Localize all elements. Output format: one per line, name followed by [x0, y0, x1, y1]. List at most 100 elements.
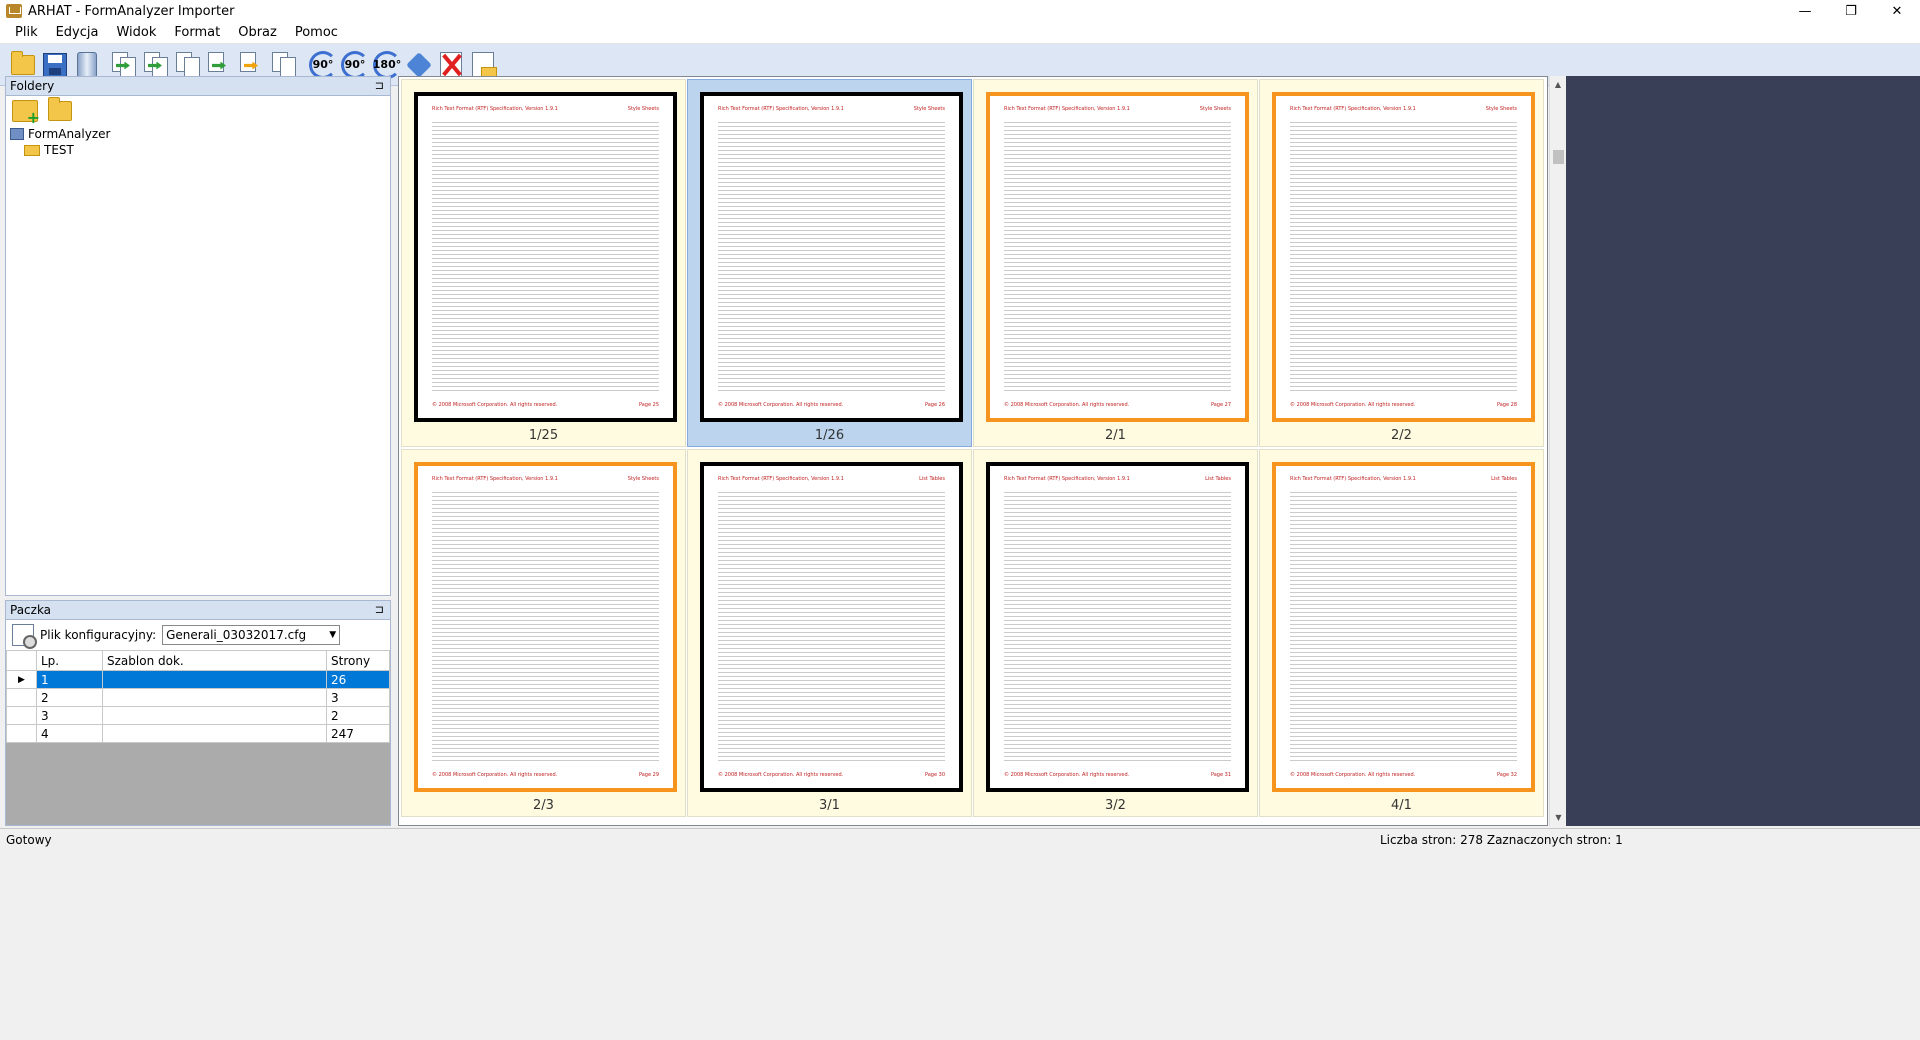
page-header-left: Rich Text Format (RTF) Specification, Ve…: [432, 476, 558, 482]
page-footer: © 2008 Microsoft Corporation. All rights…: [718, 772, 945, 778]
empty-dock-area: [1566, 76, 1920, 826]
page-footer-left: © 2008 Microsoft Corporation. All rights…: [432, 772, 558, 778]
menu-bar: Plik Edycja Widok Format Obraz Pomoc: [0, 22, 1920, 44]
menu-widok[interactable]: Widok: [107, 22, 165, 44]
thumbnail-label: 2/1: [1105, 428, 1126, 443]
thumbnail-label: 2/2: [1391, 428, 1412, 443]
row-header: [6, 706, 37, 725]
status-bar: Gotowy Liczba stron: 278 Zaznaczonych st…: [0, 828, 1920, 850]
scroll-down-icon[interactable]: ▼: [1550, 809, 1567, 826]
export-icon: [472, 51, 497, 79]
folder-tree-icon[interactable]: [48, 97, 72, 121]
folder-icon: [24, 144, 40, 156]
page-thumbnail[interactable]: Rich Text Format (RTF) Specification, Ve…: [973, 79, 1258, 447]
page-header: Rich Text Format (RTF) Specification, Ve…: [1004, 106, 1231, 112]
menu-obraz[interactable]: Obraz: [229, 22, 286, 44]
cell-template[interactable]: [102, 688, 327, 707]
cell-pages[interactable]: 2: [326, 706, 390, 725]
column-header-lp[interactable]: Lp.: [36, 650, 103, 671]
menu-edycja[interactable]: Edycja: [47, 22, 108, 44]
add-folder-icon[interactable]: [12, 100, 40, 127]
page-thumbnail[interactable]: Rich Text Format (RTF) Specification, Ve…: [973, 449, 1258, 817]
page-thumbnail[interactable]: Rich Text Format (RTF) Specification, Ve…: [687, 79, 972, 447]
config-row: Plik konfiguracyjny: Generali_03032017.c…: [6, 620, 390, 650]
page-footer: © 2008 Microsoft Corporation. All rights…: [1004, 772, 1231, 778]
page-header-right: Style Sheets: [1485, 106, 1517, 112]
column-header-template[interactable]: Szablon dok.: [102, 650, 327, 671]
thumbnail-label: 3/1: [819, 798, 840, 813]
page-header-left: Rich Text Format (RTF) Specification, Ve…: [718, 106, 844, 112]
page-thumbnail[interactable]: Rich Text Format (RTF) Specification, Ve…: [401, 79, 686, 447]
cell-template[interactable]: [102, 670, 327, 689]
page-header: Rich Text Format (RTF) Specification, Ve…: [718, 476, 945, 482]
page-thumbnail[interactable]: Rich Text Format (RTF) Specification, Ve…: [1259, 449, 1544, 817]
title-bar: ARHAT - FormAnalyzer Importer — ❐ ✕: [0, 0, 1920, 22]
table-row[interactable]: 3 2: [6, 706, 390, 725]
cell-pages[interactable]: 247: [326, 724, 390, 743]
tree-item-formanalyzer[interactable]: FormAnalyzer: [6, 126, 390, 142]
computer-icon: [10, 128, 24, 140]
config-label: Plik konfiguracyjny:: [40, 628, 157, 642]
page-text-lines: [1004, 122, 1231, 392]
minimize-button[interactable]: —: [1782, 0, 1828, 22]
cell-lp[interactable]: 2: [36, 688, 103, 707]
cell-pages[interactable]: 26: [326, 670, 390, 689]
page-thumbnail[interactable]: Rich Text Format (RTF) Specification, Ve…: [1259, 79, 1544, 447]
page-footer: © 2008 Microsoft Corporation. All rights…: [1004, 402, 1231, 408]
page-header: Rich Text Format (RTF) Specification, Ve…: [1290, 106, 1517, 112]
page-header-left: Rich Text Format (RTF) Specification, Ve…: [1004, 106, 1130, 112]
batch-table: Lp. Szablon dok. Strony ▶ 1 26 2 3 3 2 4…: [6, 650, 390, 743]
table-row[interactable]: 2 3: [6, 688, 390, 707]
tree-item-test[interactable]: TEST: [6, 142, 390, 158]
desktop-background: [0, 850, 1920, 1040]
page-header: Rich Text Format (RTF) Specification, Ve…: [1290, 476, 1517, 482]
page-footer: © 2008 Microsoft Corporation. All rights…: [1290, 772, 1517, 778]
page-header-right: Style Sheets: [1199, 106, 1231, 112]
page-header-left: Rich Text Format (RTF) Specification, Ve…: [1004, 476, 1130, 482]
row-marker-icon: ▶: [6, 670, 37, 689]
folders-panel-title: Foldery: [10, 79, 55, 93]
page-footer-left: © 2008 Microsoft Corporation. All rights…: [1004, 772, 1130, 778]
row-header-corner: [6, 650, 37, 671]
page-header-left: Rich Text Format (RTF) Specification, Ve…: [432, 106, 558, 112]
table-row[interactable]: ▶ 1 26: [6, 670, 390, 689]
page-header-right: Style Sheets: [627, 476, 659, 482]
cell-pages[interactable]: 3: [326, 688, 390, 707]
vertical-scrollbar[interactable]: ▲ ▼: [1549, 76, 1566, 826]
scroll-thumb[interactable]: [1553, 150, 1564, 164]
page-footer-right: Page 31: [1210, 772, 1231, 778]
config-select[interactable]: Generali_03032017.cfg ▼: [162, 625, 341, 645]
menu-pomoc[interactable]: Pomoc: [286, 22, 347, 44]
menu-format[interactable]: Format: [165, 22, 229, 44]
maximize-button[interactable]: ❐: [1828, 0, 1874, 22]
page-header-left: Rich Text Format (RTF) Specification, Ve…: [1290, 476, 1416, 482]
page-footer-right: Page 32: [1496, 772, 1517, 778]
config-file-icon: [12, 624, 37, 649]
cell-template[interactable]: [102, 706, 327, 725]
folders-toolbar: [6, 96, 390, 127]
thumbnail-view[interactable]: Rich Text Format (RTF) Specification, Ve…: [398, 76, 1548, 826]
paczka-panel-title: Paczka: [10, 603, 52, 617]
pin-icon[interactable]: ⊐: [375, 601, 384, 619]
cell-template[interactable]: [102, 724, 327, 743]
table-row[interactable]: 4 247: [6, 724, 390, 743]
import-pages-icon: [112, 51, 138, 78]
cell-lp[interactable]: 1: [36, 670, 103, 689]
page-footer-left: © 2008 Microsoft Corporation. All rights…: [1290, 772, 1416, 778]
close-button[interactable]: ✕: [1874, 0, 1920, 22]
column-header-pages[interactable]: Strony: [326, 650, 390, 671]
page-header: Rich Text Format (RTF) Specification, Ve…: [1004, 476, 1231, 482]
page-text-lines: [1290, 122, 1517, 392]
chevron-down-icon: ▼: [329, 630, 337, 640]
scanner-icon: [77, 51, 97, 78]
cell-lp[interactable]: 4: [36, 724, 103, 743]
page-header: Rich Text Format (RTF) Specification, Ve…: [718, 106, 945, 112]
page-thumbnail[interactable]: Rich Text Format (RTF) Specification, Ve…: [687, 449, 972, 817]
page-header: Rich Text Format (RTF) Specification, Ve…: [432, 476, 659, 482]
pin-icon[interactable]: ⊐: [375, 77, 384, 95]
menu-plik[interactable]: Plik: [6, 22, 47, 44]
cell-lp[interactable]: 3: [36, 706, 103, 725]
scroll-up-icon[interactable]: ▲: [1550, 76, 1566, 93]
page-text-lines: [718, 492, 945, 762]
page-thumbnail[interactable]: Rich Text Format (RTF) Specification, Ve…: [401, 449, 686, 817]
